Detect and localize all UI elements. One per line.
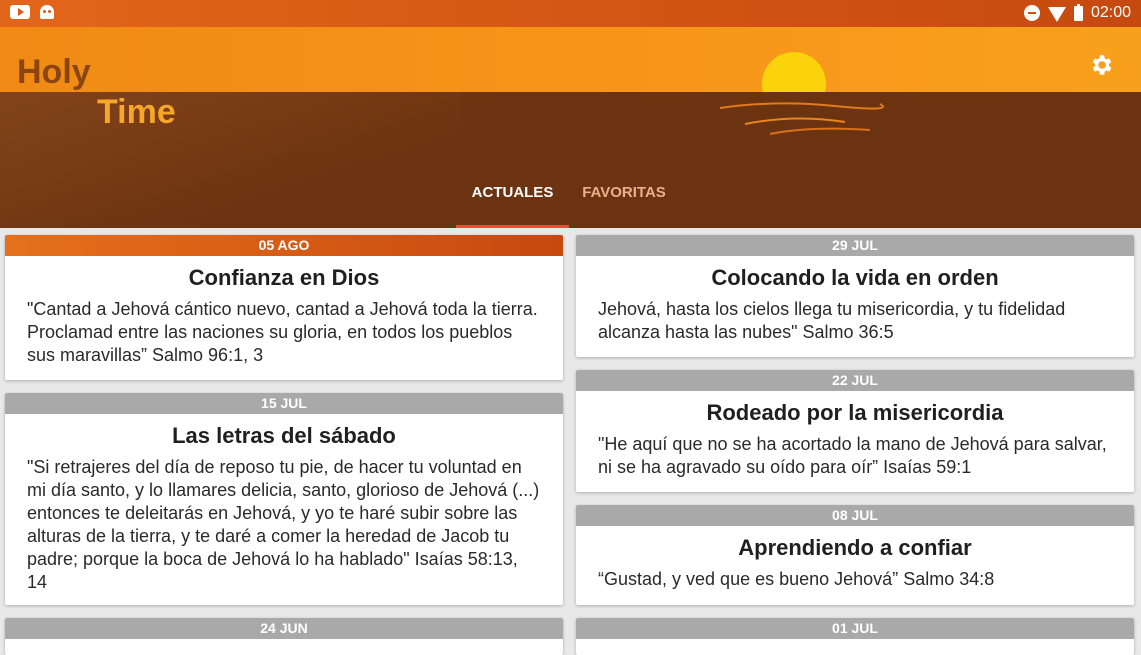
devotional-card[interactable]: 01 JUL — [576, 618, 1134, 655]
card-date: 29 JUL — [576, 235, 1134, 256]
app-title-line2: Time — [97, 93, 176, 131]
card-title: Rodeado por la misericordia — [706, 400, 1004, 425]
tab-actuales[interactable]: ACTUALES — [456, 176, 569, 228]
youtube-icon — [10, 5, 30, 19]
card-date: 24 JUN — [5, 618, 563, 639]
card-text: "Cantad a Jehová cántico nuevo, cantad a… — [27, 299, 538, 365]
card-text: “Gustad, y ved que es bueno Jehová” Salm… — [598, 569, 995, 589]
do-not-disturb-icon — [1023, 5, 1040, 21]
status-bar: 02:00 — [0, 0, 1141, 27]
tab-favoritas[interactable]: FAVORITAS — [569, 176, 679, 228]
header-shine — [0, 92, 460, 228]
card-title: Confianza en Dios — [188, 265, 380, 290]
app-title-line1: Holy — [17, 53, 91, 91]
card-text: "He aquí que no se ha acortado la mano d… — [598, 434, 1107, 477]
devotional-card[interactable]: 29 JUL Colocando la vida en orden Jehová… — [576, 235, 1134, 357]
card-date: 22 JUL — [576, 370, 1134, 391]
devotional-card[interactable]: 22 JUL Rodeado por la misericordia "He a… — [576, 370, 1134, 492]
tab-bar: ACTUALES FAVORITAS — [456, 176, 679, 228]
sunset-waves-icon — [719, 102, 884, 135]
devotional-card[interactable]: 15 JUL Las letras del sábado "Si retraje… — [5, 393, 563, 605]
card-text: "Si retrajeres del día de reposo tu pie,… — [27, 457, 540, 592]
devotional-card[interactable]: 24 JUN — [5, 618, 563, 655]
wifi-icon — [1047, 6, 1066, 22]
tab-indicator — [456, 225, 569, 228]
settings-gear-icon[interactable] — [1088, 52, 1114, 78]
android-icon — [40, 5, 54, 19]
card-date: 15 JUL — [5, 393, 563, 414]
app-header: 02:00 Holy Time ACTUALES FAVORITAS — [0, 0, 1141, 228]
card-date: 01 JUL — [576, 618, 1134, 639]
card-title: Colocando la vida en orden — [711, 265, 999, 290]
status-clock: 02:00 — [1090, 4, 1131, 21]
card-date: 08 JUL — [576, 505, 1134, 526]
card-text: Jehová, hasta los cielos llega tu miseri… — [598, 299, 1066, 342]
devotional-card[interactable]: 08 JUL Aprendiendo a confiar “Gustad, y … — [576, 505, 1134, 605]
devotional-card[interactable]: 05 AGO Confianza en Dios "Cantad a Jehov… — [5, 235, 563, 380]
card-title: Aprendiendo a confiar — [738, 535, 972, 560]
card-title: Las letras del sábado — [172, 423, 396, 448]
battery-icon — [1073, 3, 1083, 21]
card-date: 05 AGO — [5, 235, 563, 256]
